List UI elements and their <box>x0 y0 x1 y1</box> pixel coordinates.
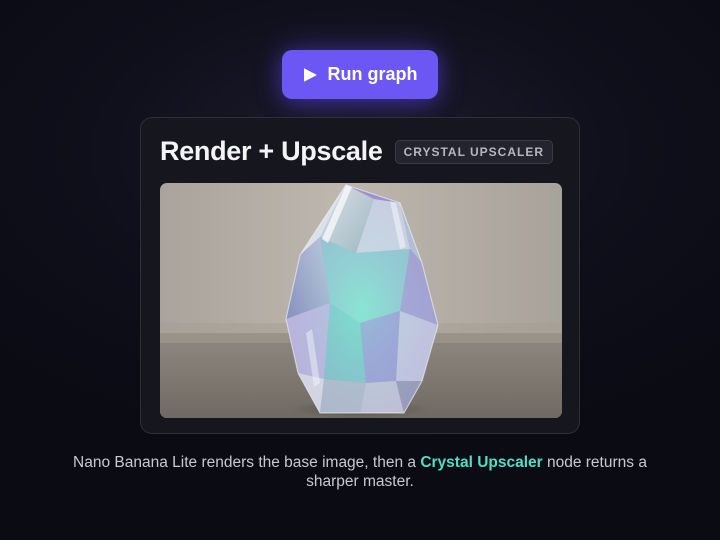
card-title: Render + Upscale <box>160 136 383 166</box>
caption-text: Nano Banana Lite renders the base image,… <box>60 453 660 491</box>
card-header: Render + Upscale CRYSTAL UPSCALER <box>160 136 554 167</box>
node-badge: CRYSTAL UPSCALER <box>394 139 554 164</box>
caption-before: Nano Banana Lite renders the base image,… <box>73 454 421 471</box>
caption-highlight: Crystal Upscaler <box>420 454 543 471</box>
run-graph-label: Run graph <box>327 64 418 84</box>
render-upscale-card: Render + Upscale CRYSTAL UPSCALER <box>140 117 580 434</box>
play-icon <box>303 67 317 82</box>
rendered-image <box>160 183 562 418</box>
crystal-image <box>160 183 562 418</box>
run-graph-button[interactable]: Run graph <box>282 50 438 99</box>
